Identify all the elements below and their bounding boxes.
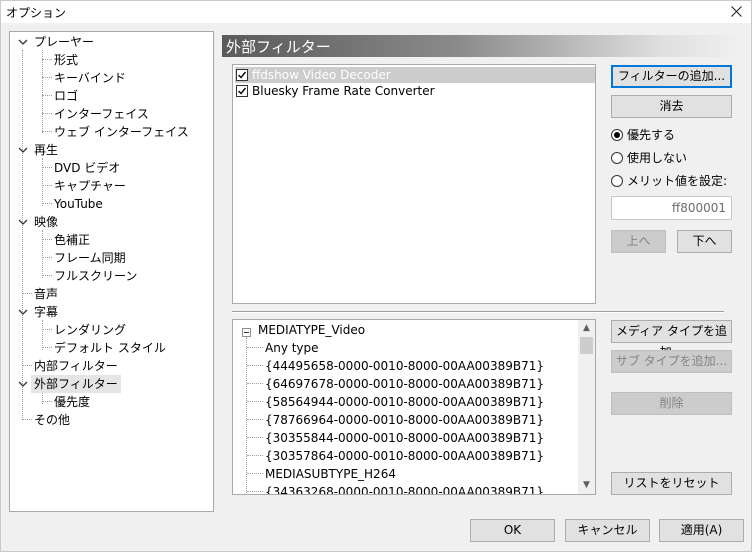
tree-item-keybinds[interactable]: キーバインド: [54, 69, 126, 87]
vertical-scrollbar[interactable]: ▲ ▼: [578, 320, 595, 494]
radio-dot[interactable]: [611, 152, 623, 164]
chevron-down-icon[interactable]: [18, 217, 28, 227]
tree-item-priority[interactable]: 優先度: [54, 393, 90, 411]
tree-item-formats[interactable]: 形式: [54, 51, 78, 69]
tree-item-misc[interactable]: その他: [34, 411, 70, 429]
panel-title: 外部フィルター: [226, 38, 331, 56]
radio-dot[interactable]: [611, 175, 623, 187]
tree-item-subtitles[interactable]: 字幕: [34, 303, 58, 321]
move-up-button[interactable]: 上へ: [611, 230, 666, 253]
media-subtype-item[interactable]: MEDIASUBTYPE_H264: [265, 465, 396, 483]
checkbox[interactable]: [236, 69, 248, 81]
move-down-button[interactable]: 下へ: [677, 230, 732, 253]
radio-label: 使用しない: [627, 151, 688, 165]
tree-item-player[interactable]: プレーヤー: [34, 33, 94, 51]
external-filter-list[interactable]: ffdshow Video Decoder Bluesky Frame Rate…: [232, 64, 596, 304]
chevron-down-icon[interactable]: [18, 307, 28, 317]
media-subtype-item[interactable]: {78766964-0000-0010-8000-00AA00389B71}: [265, 411, 544, 429]
remove-filter-button[interactable]: 消去: [611, 95, 732, 118]
tree-item-external-filters[interactable]: 外部フィルター: [31, 375, 121, 393]
chevron-down-icon[interactable]: [18, 37, 28, 47]
media-subtype-item[interactable]: {30357864-0000-0010-8000-00AA00389B71}: [265, 447, 544, 465]
media-subtype-item[interactable]: {34363268-0000-0010-8000-00AA00389B71}: [265, 483, 544, 494]
tree-item-frame-sync[interactable]: フレーム同期: [54, 249, 126, 267]
tree-item-audio[interactable]: 音声: [34, 285, 58, 303]
delete-button[interactable]: 削除: [611, 392, 732, 415]
media-subtype-item[interactable]: {44495658-0000-0010-8000-00AA00389B71}: [265, 357, 544, 375]
window-title: オプション: [6, 6, 67, 20]
tree-item-interface[interactable]: インターフェイス: [54, 105, 149, 123]
close-icon[interactable]: [721, 1, 751, 23]
checkbox[interactable]: [236, 85, 248, 97]
filter-item[interactable]: Bluesky Frame Rate Converter: [235, 83, 595, 99]
radio-dot[interactable]: [611, 129, 623, 141]
tree-item-web-interface[interactable]: ウェブ インターフェイス: [54, 123, 189, 141]
filter-item[interactable]: ffdshow Video Decoder: [235, 67, 595, 83]
chevron-down-icon[interactable]: [18, 379, 28, 389]
media-subtype-item[interactable]: {30355844-0000-0010-8000-00AA00389B71}: [265, 429, 544, 447]
radio-label: メリット値を設定:: [627, 174, 728, 188]
tree-item-default-style[interactable]: デフォルト スタイル: [54, 339, 166, 357]
radio-label: 優先する: [627, 128, 676, 142]
panel-header: 外部フィルター: [222, 35, 743, 57]
cancel-button[interactable]: キャンセル: [565, 519, 650, 542]
tree-item-fullscreen[interactable]: フルスクリーン: [54, 267, 137, 285]
filter-label: Bluesky Frame Rate Converter: [252, 84, 435, 98]
tree-item-capture[interactable]: キャプチャー: [54, 177, 126, 195]
ok-button[interactable]: OK: [470, 519, 555, 542]
tree-item-youtube[interactable]: YouTube: [54, 195, 103, 213]
tree-item-rendering[interactable]: レンダリング: [54, 321, 126, 339]
media-type-root[interactable]: MEDIATYPE_Video: [258, 321, 365, 339]
scroll-down-icon[interactable]: ▼: [578, 477, 595, 494]
scroll-thumb[interactable]: [580, 337, 593, 354]
media-subtype-item[interactable]: {58564944-0000-0010-8000-00AA00389B71}: [265, 393, 544, 411]
reset-list-button[interactable]: リストをリセット: [611, 472, 732, 495]
media-type-list[interactable]: MEDIATYPE_Video Any type {44495658-0000-…: [232, 319, 596, 495]
tree-item-color-correction[interactable]: 色補正: [54, 231, 90, 249]
separator: [232, 311, 724, 313]
add-sub-type-button[interactable]: サブ タイプを追加...: [611, 350, 732, 373]
tree-item-internal-filters[interactable]: 内部フィルター: [34, 357, 118, 375]
options-tree[interactable]: プレーヤー 形式 キーバインド ロゴ インターフェイス ウェブ インターフェイス…: [9, 31, 214, 512]
media-subtype-item[interactable]: {64697678-0000-0010-8000-00AA00389B71}: [265, 375, 544, 393]
tree-item-dvd-video[interactable]: DVD ビデオ: [54, 159, 120, 177]
apply-button[interactable]: 適用(A): [659, 519, 744, 542]
options-window: オプション プレーヤー 形式 キーバインド ロゴ インターフェイス ウェブ イン…: [0, 0, 752, 552]
tree-item-video[interactable]: 映像: [34, 213, 58, 231]
tree-item-logo[interactable]: ロゴ: [54, 87, 78, 105]
media-subtype-item[interactable]: Any type: [265, 339, 319, 357]
filter-label: ffdshow Video Decoder: [252, 68, 391, 82]
title-bar: オプション: [1, 1, 751, 23]
add-filter-button[interactable]: フィルターの追加...: [611, 65, 732, 88]
collapse-icon[interactable]: [242, 328, 251, 337]
tree-item-playback[interactable]: 再生: [34, 141, 58, 159]
chevron-down-icon[interactable]: [18, 145, 28, 155]
scroll-up-icon[interactable]: ▲: [578, 320, 595, 337]
add-media-type-button[interactable]: メディア タイプを追加...: [611, 320, 732, 359]
merit-value-input[interactable]: ff800001: [611, 196, 732, 220]
